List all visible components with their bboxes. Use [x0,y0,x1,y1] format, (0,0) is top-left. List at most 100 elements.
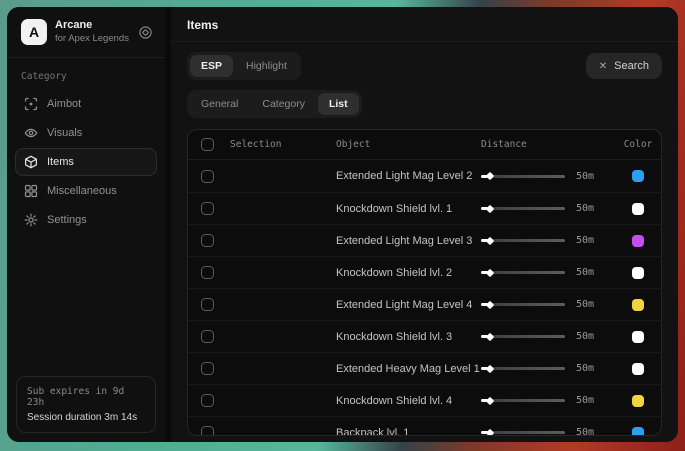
distance-slider[interactable] [481,399,565,402]
object-name: Extended Light Mag Level 4 [336,299,481,311]
table-row: Knockdown Shield lvl. 3 50m [188,320,661,352]
distance-value: 50m [576,203,594,214]
app-subtitle: for Apex Legends [55,33,130,45]
page-title: Items [187,18,662,32]
table-row: Knockdown Shield lvl. 2 50m [188,256,661,288]
object-name: Extended Light Mag Level 3 [336,235,481,247]
sidebar-item-aimbot[interactable]: Aimbot [15,90,157,118]
sidebar-item-label: Settings [47,214,87,226]
app-name: Arcane [55,19,130,33]
distance-slider[interactable] [481,271,565,274]
select-all-checkbox[interactable] [201,138,214,151]
row-checkbox[interactable] [201,234,214,247]
view-tab-list[interactable]: List [318,93,359,115]
row-checkbox[interactable] [201,330,214,343]
search-button-label: Search [614,60,649,72]
pin-icon[interactable] [138,25,153,40]
view-tabs-row: General Category List [171,82,678,120]
table-row: Knockdown Shield lvl. 1 50m [188,192,661,224]
column-header-object: Object [336,139,481,150]
object-name: Extended Light Mag Level 2 [336,170,481,182]
slider-thumb[interactable] [486,332,494,340]
miscellaneous-icon [24,184,38,198]
distance-value: 50m [576,235,594,246]
slider-thumb[interactable] [486,268,494,276]
toolbar: ESP Highlight ✕ Search [171,42,678,82]
color-swatch[interactable] [632,363,644,375]
sidebar-item-items[interactable]: Items [15,148,157,176]
color-swatch[interactable] [632,427,644,437]
search-button[interactable]: ✕ Search [586,53,662,79]
object-name: Backpack lvl. 1 [336,427,481,437]
row-checkbox[interactable] [201,266,214,279]
view-tab-group: General Category List [187,90,362,118]
slider-thumb[interactable] [486,364,494,372]
distance-slider[interactable] [481,303,565,306]
sidebar-header: A Arcane for Apex Legends [7,7,165,58]
row-checkbox[interactable] [201,170,214,183]
color-swatch[interactable] [632,299,644,311]
table-row: Extended Heavy Mag Level 1 50m [188,352,661,384]
sub-expires-text: Sub expires in 9d 23h [27,386,145,408]
table-body: Extended Light Mag Level 2 50m Knockdown… [188,160,661,436]
distance-slider[interactable] [481,431,565,434]
color-swatch[interactable] [632,170,644,182]
row-checkbox[interactable] [201,394,214,407]
object-name: Knockdown Shield lvl. 2 [336,267,481,279]
distance-slider[interactable] [481,207,565,210]
column-header-distance: Distance [481,139,615,150]
sidebar-item-visuals[interactable]: Visuals [15,119,157,147]
row-checkbox[interactable] [201,362,214,375]
sidebar-item-label: Visuals [47,127,82,139]
settings-icon [24,213,38,227]
slider-thumb[interactable] [486,396,494,404]
slider-thumb[interactable] [486,172,494,180]
app-window: A Arcane for Apex Legends Category Aimbo… [7,7,678,442]
tab-highlight[interactable]: Highlight [235,55,298,77]
distance-value: 50m [576,363,594,374]
table-header-row: Selection Object Distance Color [188,130,661,160]
sidebar-item-miscellaneous[interactable]: Miscellaneous [15,177,157,205]
column-header-selection: Selection [230,139,336,150]
distance-slider[interactable] [481,239,565,242]
view-tab-category[interactable]: Category [251,93,316,115]
object-name: Knockdown Shield lvl. 3 [336,331,481,343]
category-label: Category [7,58,165,90]
distance-slider[interactable] [481,175,565,178]
row-checkbox[interactable] [201,426,214,436]
slider-thumb[interactable] [486,300,494,308]
distance-value: 50m [576,171,594,182]
main-panel: Items ESP Highlight ✕ Search General Cat… [171,7,678,442]
color-swatch[interactable] [632,267,644,279]
row-checkbox[interactable] [201,202,214,215]
distance-value: 50m [576,427,594,436]
items-icon [24,155,38,169]
column-header-color: Color [615,139,661,150]
distance-value: 50m [576,331,594,342]
view-tab-general[interactable]: General [190,93,249,115]
row-checkbox[interactable] [201,298,214,311]
visuals-icon [24,126,38,140]
slider-thumb[interactable] [486,204,494,212]
distance-value: 50m [576,395,594,406]
tab-esp[interactable]: ESP [190,55,233,77]
slider-thumb[interactable] [486,428,494,436]
table-row: Backpack lvl. 1 50m [188,416,661,436]
distance-slider[interactable] [481,335,565,338]
search-shortcut-icon: ✕ [599,61,607,72]
color-swatch[interactable] [632,395,644,407]
table-row: Extended Light Mag Level 2 50m [188,160,661,192]
distance-slider[interactable] [481,367,565,370]
distance-value: 50m [576,299,594,310]
color-swatch[interactable] [632,235,644,247]
color-swatch[interactable] [632,203,644,215]
sidebar-item-settings[interactable]: Settings [15,206,157,234]
color-swatch[interactable] [632,331,644,343]
slider-thumb[interactable] [486,236,494,244]
session-duration-text: Session duration 3m 14s [27,412,145,423]
sidebar-nav: Aimbot Visuals Items Miscellaneous Setti… [7,90,165,234]
main-header: Items [171,7,678,42]
table-row: Extended Light Mag Level 4 50m [188,288,661,320]
table-row: Extended Light Mag Level 3 50m [188,224,661,256]
table-row: Knockdown Shield lvl. 4 50m [188,384,661,416]
